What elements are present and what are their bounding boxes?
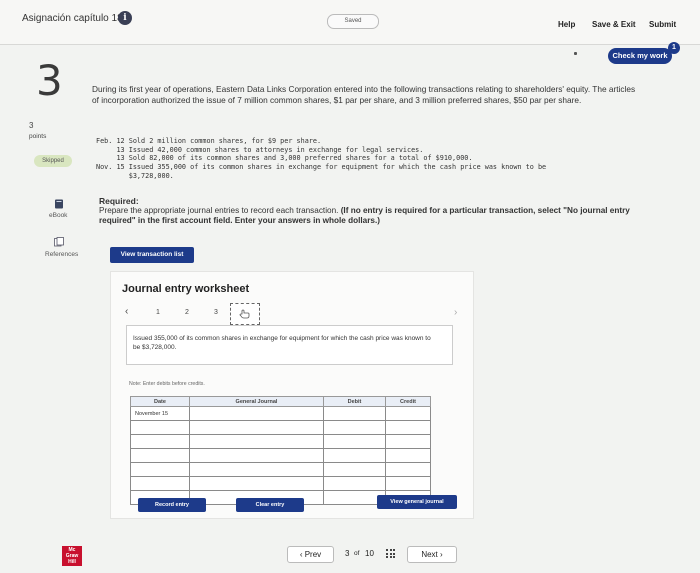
pager-page-2[interactable]: 2 — [185, 309, 189, 316]
debit-cell[interactable] — [323, 476, 386, 491]
next-label: Next — [421, 550, 438, 559]
record-entry-button[interactable]: Record entry — [138, 498, 206, 512]
dot-icon — [574, 52, 577, 55]
table-row: November 15 — [130, 406, 431, 421]
date-cell[interactable] — [130, 462, 190, 477]
table-row — [130, 448, 431, 463]
grid-icon[interactable] — [386, 549, 395, 558]
clear-entry-button[interactable]: Clear entry — [236, 498, 304, 512]
account-cell[interactable] — [189, 406, 324, 421]
info-icon[interactable]: i — [118, 11, 132, 25]
account-cell[interactable] — [189, 476, 324, 491]
account-cell[interactable] — [189, 462, 324, 477]
note-text: Note: Enter debits before credits. — [129, 381, 205, 387]
pager-page-1[interactable]: 1 — [156, 309, 160, 316]
check-my-work-button[interactable]: Check my work — [608, 48, 672, 64]
check-count-badge: 1 — [668, 42, 680, 54]
chevron-left-icon: ‹ — [299, 550, 303, 559]
required-title: Required: — [99, 196, 139, 206]
credit-cell[interactable] — [385, 406, 431, 421]
debit-cell[interactable] — [323, 448, 386, 463]
transaction-line: Feb. 12 Sold 2 million common shares, fo… — [96, 137, 322, 145]
view-transaction-list-button[interactable]: View transaction list — [110, 247, 194, 263]
transaction-line: Nov. 15 Issued 355,000 of its common sha… — [96, 163, 547, 172]
account-cell[interactable] — [189, 420, 324, 435]
ebook-icon[interactable] — [54, 199, 64, 209]
save-exit-link[interactable]: Save & Exit — [592, 20, 636, 29]
column-header-debit: Debit — [323, 396, 386, 407]
references-icon[interactable] — [54, 237, 64, 247]
transaction-list: Feb. 12 Sold 2 million common shares, fo… — [96, 137, 546, 181]
debit-cell[interactable] — [323, 420, 386, 435]
pager-current-page[interactable] — [230, 303, 260, 325]
journal-header-row: Date General Journal Debit Credit — [130, 396, 431, 407]
table-row — [130, 434, 431, 449]
page-total: 10 — [365, 549, 374, 558]
credit-cell[interactable] — [385, 462, 431, 477]
required-plain: Prepare the appropriate journal entries … — [99, 206, 339, 215]
help-link[interactable]: Help — [558, 20, 575, 29]
debit-cell[interactable] — [323, 434, 386, 449]
account-cell[interactable] — [189, 434, 324, 449]
column-header-date: Date — [130, 396, 190, 407]
debit-cell[interactable] — [323, 406, 386, 421]
credit-cell[interactable] — [385, 420, 431, 435]
date-cell[interactable] — [130, 420, 190, 435]
debit-cell[interactable] — [323, 462, 386, 477]
journal-table: Date General Journal Debit Credit Novemb… — [130, 396, 431, 505]
hand-pointer-icon — [239, 309, 250, 319]
date-cell[interactable] — [130, 476, 190, 491]
page-of: of — [354, 550, 360, 557]
column-header-credit: Credit — [385, 396, 431, 407]
pager-prev-icon[interactable]: ‹ — [125, 306, 128, 317]
transaction-description: Issued 355,000 of its common shares in e… — [133, 335, 431, 351]
account-cell[interactable] — [189, 448, 324, 463]
transaction-line: 13 Sold 82,000 of its common shares and … — [96, 154, 473, 163]
status-badge: Skipped — [34, 155, 72, 167]
ebook-label[interactable]: eBook — [49, 212, 67, 219]
question-number: 3 — [36, 56, 63, 105]
references-label[interactable]: References — [45, 251, 78, 258]
submit-link[interactable]: Submit — [649, 20, 676, 29]
date-cell[interactable] — [130, 448, 190, 463]
points-value: 3 — [29, 121, 34, 130]
transaction-line: $3,728,000. — [96, 171, 174, 180]
date-cell[interactable]: November 15 — [130, 406, 190, 421]
top-bar: Asignación capítulo 18 i Saved Help Save… — [0, 0, 700, 45]
pager-next-icon[interactable]: › — [454, 307, 457, 318]
credit-cell[interactable] — [385, 448, 431, 463]
page-current: 3 — [345, 549, 350, 558]
assignment-title: Asignación capítulo 18 — [22, 13, 123, 24]
table-row — [130, 462, 431, 477]
transaction-line: 13 Issued 42,000 common shares to attorn… — [96, 145, 424, 154]
prev-button[interactable]: ‹ Prev — [287, 546, 334, 563]
prev-label: Prev — [304, 550, 322, 559]
saved-status: Saved — [327, 14, 379, 29]
column-header-general-journal: General Journal — [189, 396, 324, 407]
table-row — [130, 420, 431, 435]
points-label: points — [29, 133, 47, 140]
view-general-journal-button[interactable]: View general journal — [377, 495, 457, 509]
credit-cell[interactable] — [385, 434, 431, 449]
chevron-right-icon: › — [440, 550, 443, 559]
table-row — [130, 476, 431, 491]
problem-intro: During its first year of operations, Eas… — [92, 84, 636, 105]
date-cell[interactable] — [130, 434, 190, 449]
required-text: Prepare the appropriate journal entries … — [99, 206, 639, 226]
mcgraw-hill-logo: Mc Graw Hill — [62, 546, 82, 566]
next-button[interactable]: Next › — [407, 546, 457, 563]
worksheet-title: Journal entry worksheet — [122, 283, 250, 295]
pager-page-3[interactable]: 3 — [214, 309, 218, 316]
credit-cell[interactable] — [385, 476, 431, 491]
